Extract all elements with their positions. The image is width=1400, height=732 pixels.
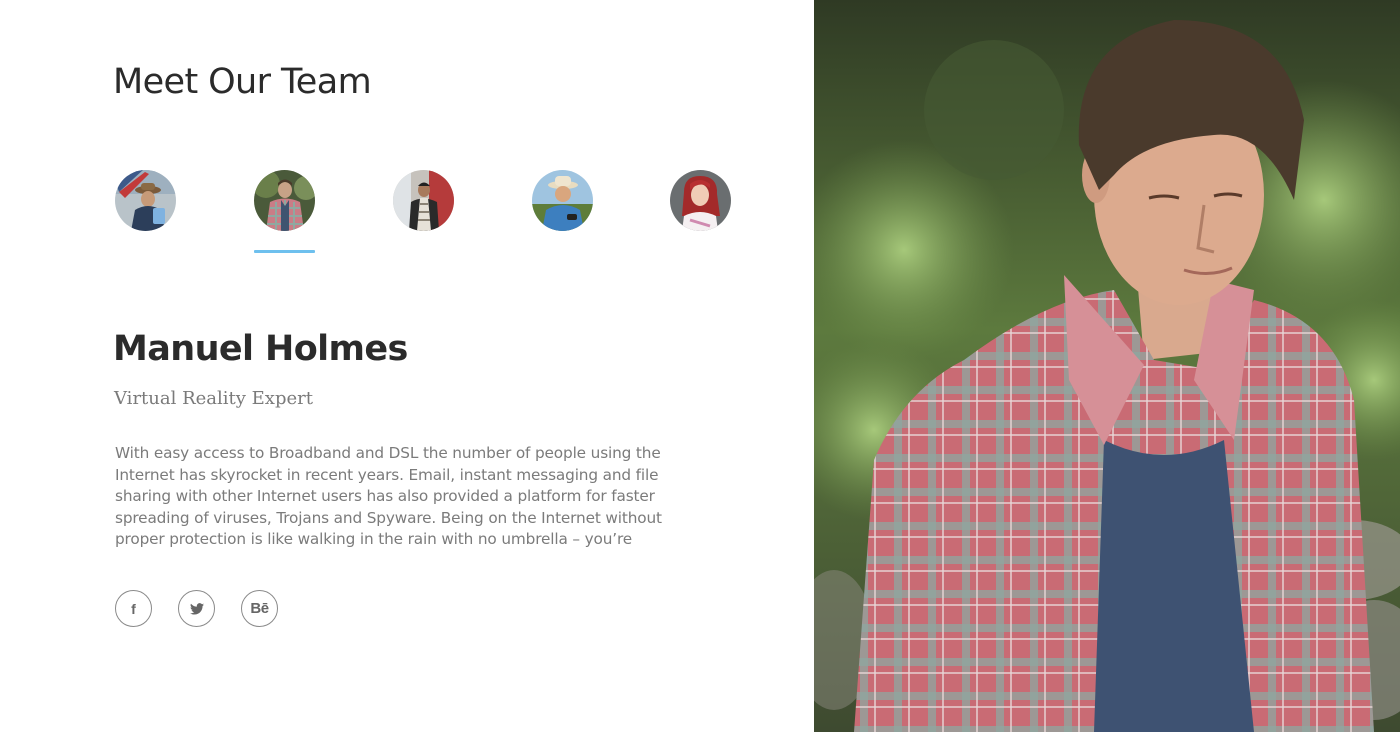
avatar-image-3: [393, 170, 454, 231]
team-avatar-4[interactable]: [532, 170, 593, 231]
member-bio: With easy access to Broadband and DSL th…: [115, 444, 662, 548]
member-name: Manuel Holmes: [113, 329, 408, 369]
avatar-image-2: [254, 170, 315, 231]
member-photo-image: [814, 0, 1400, 732]
avatar-image-5: [670, 170, 731, 231]
selected-tab-indicator: [254, 250, 315, 253]
team-avatar-5[interactable]: [670, 170, 731, 231]
facebook-icon: f: [131, 600, 136, 617]
team-avatar-3[interactable]: [393, 170, 454, 231]
team-panel: Meet Our Team Manuel Holmes Virtual Real…: [0, 0, 814, 732]
team-avatar-1[interactable]: [115, 170, 176, 231]
avatar-image-4: [532, 170, 593, 231]
section-title: Meet Our Team: [113, 62, 372, 102]
behance-button[interactable]: Bē: [241, 590, 278, 627]
team-avatar-2[interactable]: [254, 170, 315, 231]
twitter-icon: [189, 602, 204, 615]
member-photo: [814, 0, 1400, 732]
facebook-button[interactable]: f: [115, 590, 152, 627]
avatar-image-1: [115, 170, 176, 231]
twitter-button[interactable]: [178, 590, 215, 627]
member-role: Virtual Reality Expert: [114, 388, 313, 409]
behance-icon: Bē: [250, 600, 269, 617]
